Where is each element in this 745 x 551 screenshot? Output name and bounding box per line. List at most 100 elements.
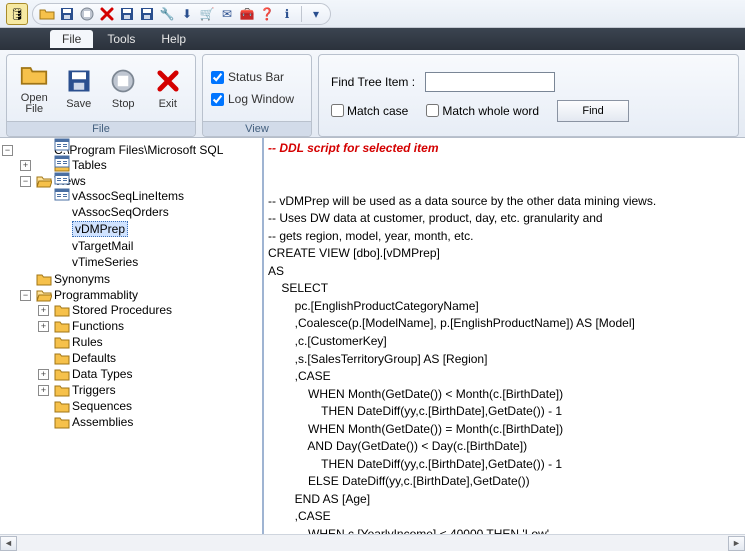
tree-prog-label: Data Types: [72, 367, 132, 381]
scroll-left-icon[interactable]: ◄: [0, 536, 17, 551]
folder-icon: [54, 367, 70, 381]
tree-panel[interactable]: −C:\Program Files\Microsoft SQL +Tables …: [0, 138, 264, 534]
ribbon-group-file: Open File Save Stop Exit File: [6, 54, 196, 137]
tree-prog-item[interactable]: Defaults: [38, 350, 260, 366]
app-icon: 🛢: [6, 3, 28, 25]
expander-icon[interactable]: −: [2, 145, 13, 156]
expander-icon[interactable]: −: [20, 176, 31, 187]
tree-prog-item[interactable]: Sequences: [38, 398, 260, 414]
tree-prog-item[interactable]: + Functions: [38, 318, 260, 334]
tree-prog-label: Functions: [72, 319, 124, 333]
qa-info-icon[interactable]: ℹ: [279, 6, 295, 22]
find-input[interactable]: [425, 72, 555, 92]
qa-download-icon[interactable]: ⬇: [179, 6, 195, 22]
exit-button[interactable]: Exit: [149, 60, 188, 116]
qa-saveall-icon[interactable]: [119, 6, 135, 22]
menu-tools[interactable]: Tools: [95, 30, 147, 48]
qa-exit-icon[interactable]: [99, 6, 115, 22]
qa-tools-icon[interactable]: 🧰: [239, 6, 255, 22]
save-button[interactable]: Save: [60, 60, 99, 116]
match-whole-row[interactable]: Match whole word: [426, 104, 539, 118]
logwindow-checkbox-row[interactable]: Log Window: [211, 92, 294, 106]
tree-prog-item[interactable]: +Stored Procedures: [38, 302, 260, 318]
exit-icon: [152, 65, 184, 97]
tree-prog-label: Sequences: [72, 399, 132, 413]
tree-view-label: vTargetMail: [72, 239, 133, 253]
match-case-checkbox[interactable]: [331, 104, 344, 117]
tree-synonyms[interactable]: Synonyms: [20, 271, 260, 287]
statusbar-checkbox-row[interactable]: Status Bar: [211, 70, 284, 84]
folder-icon: [54, 399, 70, 413]
expander-icon[interactable]: +: [20, 160, 31, 171]
expander-icon[interactable]: +: [38, 369, 49, 380]
folder-icon: [54, 319, 70, 333]
tree-prog-item[interactable]: + Data Types: [38, 366, 260, 382]
folder-open-icon: [36, 288, 52, 302]
tree-tables-label: Tables: [72, 158, 107, 172]
statusbar-checkbox[interactable]: [211, 71, 224, 84]
tree-view-item[interactable]: vTargetMail: [38, 238, 260, 254]
ribbon-view-caption: View: [203, 121, 311, 136]
menu-bar: File Tools Help: [0, 28, 745, 50]
folder-icon: [54, 351, 70, 365]
qa-help-icon[interactable]: ❓: [259, 6, 275, 22]
tree-prog-label: Assemblies: [72, 415, 133, 429]
ribbon: Open File Save Stop Exit File Status Bar: [0, 50, 745, 138]
tree-root[interactable]: −C:\Program Files\Microsoft SQL +Tables …: [2, 142, 260, 432]
open-file-button[interactable]: Open File: [15, 60, 54, 116]
ribbon-file-caption: File: [7, 121, 195, 136]
find-panel: Find Tree Item : Match case Match whole …: [318, 54, 739, 137]
tree-view-item[interactable]: vAssocSeqLineItems: [38, 188, 260, 204]
statusbar-label: Status Bar: [228, 70, 284, 84]
qa-save-icon[interactable]: [59, 6, 75, 22]
folder-icon: [54, 383, 70, 397]
match-whole-checkbox[interactable]: [426, 104, 439, 117]
code-body: -- vDMPrep will be used as a data source…: [268, 194, 656, 534]
horizontal-scrollbar[interactable]: ◄ ►: [0, 534, 745, 551]
match-whole-label: Match whole word: [442, 104, 539, 118]
tree-view-item-selected[interactable]: vDMPrep: [38, 220, 260, 238]
tree-view-label: vAssocSeqOrders: [72, 205, 169, 219]
tree-programmability[interactable]: −Programmablity +Stored Procedures +Func…: [20, 287, 260, 431]
qa-savecopy-icon[interactable]: [139, 6, 155, 22]
quick-access-pill: 🔧 ⬇ 🛒 ✉ 🧰 ❓ ℹ ▾: [32, 3, 331, 25]
scroll-right-icon[interactable]: ►: [728, 536, 745, 551]
stop-icon: [107, 65, 139, 97]
code-panel[interactable]: -- DDL script for selected item -- vDMPr…: [264, 138, 745, 534]
find-button[interactable]: Find: [557, 100, 629, 122]
stop-button[interactable]: Stop: [104, 60, 143, 116]
expander-icon[interactable]: +: [38, 385, 49, 396]
qa-stop-icon[interactable]: [79, 6, 95, 22]
stop-label: Stop: [112, 99, 135, 111]
menu-file[interactable]: File: [50, 30, 93, 48]
tree-view-label: vDMPrep: [72, 221, 128, 237]
tree-prog-item[interactable]: Assemblies: [38, 414, 260, 430]
folder-icon: [54, 303, 70, 317]
tree-prog-item[interactable]: Rules: [38, 334, 260, 350]
qa-cart-icon[interactable]: 🛒: [199, 6, 215, 22]
main-area: −C:\Program Files\Microsoft SQL +Tables …: [0, 138, 745, 534]
tree-synonyms-label: Synonyms: [54, 272, 110, 286]
tree-view-label: vTimeSeries: [72, 255, 138, 269]
quick-access-toolbar: 🛢 🔧 ⬇ 🛒 ✉ 🧰 ❓ ℹ ▾: [0, 0, 745, 28]
tree-views[interactable]: −Views vAssocSeqLineItems vAssocSeqOrder…: [20, 173, 260, 271]
expander-icon[interactable]: −: [20, 290, 31, 301]
qa-wrench-icon[interactable]: 🔧: [159, 6, 175, 22]
expander-icon[interactable]: +: [38, 321, 49, 332]
tree-view-item[interactable]: vTimeSeries: [38, 254, 260, 270]
folder-icon: [36, 272, 52, 286]
logwindow-checkbox[interactable]: [211, 93, 224, 106]
tree-view-item[interactable]: vAssocSeqOrders: [38, 204, 260, 220]
tree-prog-item[interactable]: +Triggers: [38, 382, 260, 398]
ribbon-group-view: Status Bar Log Window View: [202, 54, 312, 137]
tree-root-label: C:\Program Files\Microsoft SQL: [54, 143, 223, 157]
tree-prog-label: Defaults: [72, 351, 116, 365]
menu-help[interactable]: Help: [149, 30, 198, 48]
expander-icon[interactable]: +: [38, 305, 49, 316]
folder-icon: [54, 335, 70, 349]
match-case-row[interactable]: Match case: [331, 104, 408, 118]
qa-open-icon[interactable]: [39, 6, 55, 22]
folder-icon: [54, 415, 70, 429]
qa-mail-icon[interactable]: ✉: [219, 6, 235, 22]
qa-dropdown-icon[interactable]: ▾: [308, 6, 324, 22]
